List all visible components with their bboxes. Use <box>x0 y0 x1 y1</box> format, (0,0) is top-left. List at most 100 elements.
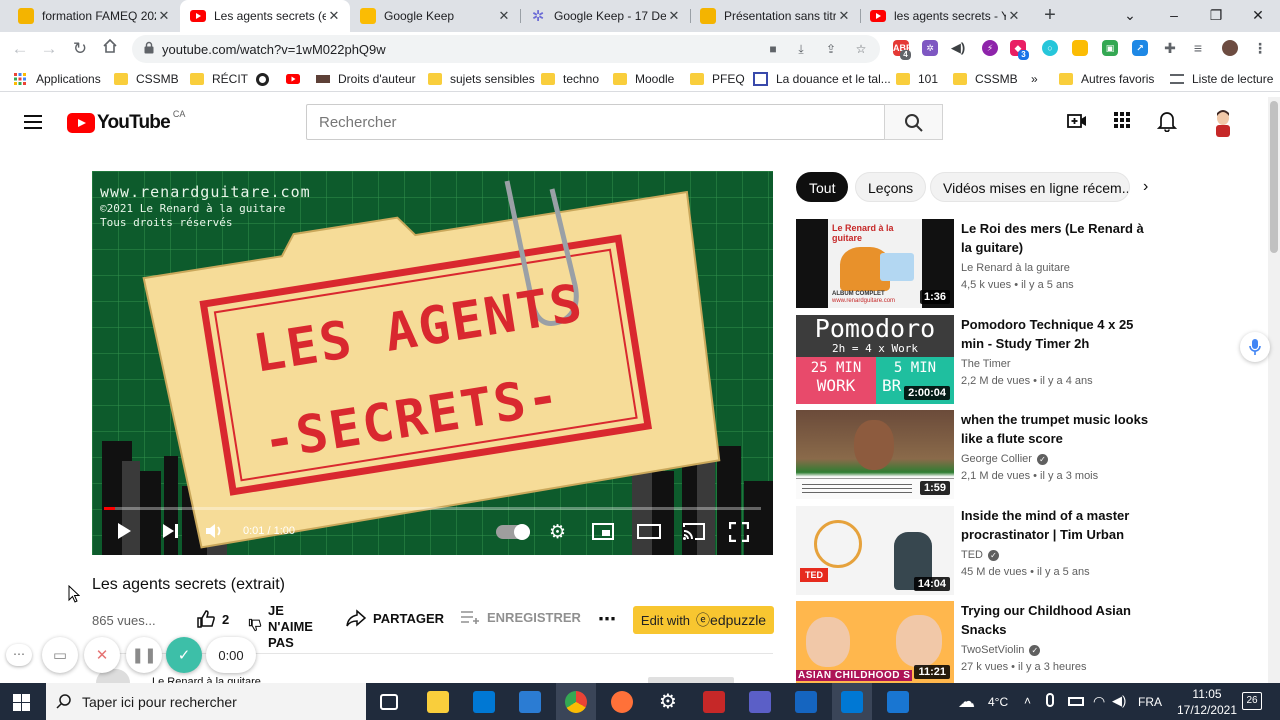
recommendation-channel[interactable]: The Timer <box>961 358 1011 370</box>
bookmark-pfeq[interactable]: PFEQ <box>690 71 745 87</box>
acrobat-icon[interactable] <box>703 691 725 713</box>
close-icon[interactable]: ✕ <box>496 8 512 24</box>
address-bar[interactable]: youtube.com/watch?v=1wM022phQ9w ■ ⤓ ⇪ ☆ <box>132 35 880 63</box>
recorder-webcam-icon[interactable]: ▭ <box>42 637 78 673</box>
puzzle-icon[interactable]: ✚ <box>1162 40 1178 56</box>
bookmark-cssmb-2[interactable]: CSSMB <box>953 71 1018 87</box>
tab-search-icon[interactable]: ⌄ <box>1110 0 1150 32</box>
recorder-more-icon[interactable]: ⋯ <box>6 644 32 666</box>
bookmark-other[interactable]: Autres favoris <box>1059 71 1154 87</box>
close-icon[interactable]: ✕ <box>836 8 852 24</box>
tab-youtube-search[interactable]: les agents secrets - Yo ✕ <box>860 0 1030 32</box>
cast-icon[interactable] <box>682 522 706 544</box>
play-icon[interactable] <box>116 522 132 543</box>
share-icon[interactable]: ⇪ <box>822 40 840 58</box>
firefox-icon[interactable] <box>611 691 633 713</box>
teams-icon[interactable] <box>749 691 771 713</box>
video-thumbnail[interactable]: 1:59 <box>796 410 954 499</box>
chip-all[interactable]: Tout <box>796 172 849 202</box>
recommendation-channel[interactable]: TED ✓ <box>961 549 999 561</box>
edpuzzle-button[interactable]: Edit with ⓔ edpuzzle <box>633 606 774 634</box>
chip-lessons[interactable]: Leçons <box>855 172 927 202</box>
theater-mode-icon[interactable] <box>637 524 661 539</box>
like-button[interactable]: 2 <box>196 609 229 629</box>
video-player[interactable]: www.renardguitare.com ©2021 Le Renard à … <box>92 171 773 555</box>
profile-avatar[interactable] <box>1222 40 1238 56</box>
recommendation-title[interactable]: Inside the mind of a master procrastinat… <box>961 506 1151 544</box>
battery-icon[interactable] <box>1068 697 1084 706</box>
forward-icon[interactable]: → <box>37 37 61 61</box>
voice-search-mic-icon[interactable] <box>1240 332 1270 362</box>
miniplayer-icon[interactable] <box>592 523 614 540</box>
bookmark-recit[interactable]: RÉCIT <box>190 71 248 87</box>
minimize-icon[interactable]: – <box>1154 0 1194 32</box>
recommendation-title[interactable]: Le Roi des mers (Le Renard à la guitare) <box>961 219 1151 257</box>
microsoft-store-icon[interactable] <box>473 691 495 713</box>
tab-google-keep[interactable]: Google Keep ✕ <box>350 0 520 32</box>
close-icon[interactable]: ✕ <box>1006 8 1022 24</box>
chevron-up-icon[interactable]: ˄ <box>1024 694 1031 708</box>
settings-gear-icon[interactable]: ⚙ <box>549 521 566 544</box>
bookmark-sujets[interactable]: sujets sensibles <box>428 71 535 87</box>
notification-center[interactable]: 26 <box>1242 692 1262 710</box>
close-window-icon[interactable]: ✕ <box>1238 0 1278 32</box>
scrollbar-thumb[interactable] <box>1270 101 1278 253</box>
bookmark-101[interactable]: 101 <box>896 71 938 87</box>
wifi-icon[interactable]: ◠ <box>1093 693 1105 710</box>
clock-date[interactable]: 17/12/2021 <box>1172 703 1242 717</box>
search-input[interactable]: Rechercher <box>306 104 885 140</box>
recorder-finish-icon[interactable]: ✓ <box>166 637 202 673</box>
clock-time[interactable]: 11:05 <box>1178 687 1236 701</box>
recorder-cancel-icon[interactable]: ✕ <box>84 637 120 673</box>
save-button[interactable]: ENREGISTRER <box>460 609 581 625</box>
keep-extension-icon[interactable] <box>1072 40 1088 56</box>
hamburger-menu-icon[interactable] <box>24 115 42 129</box>
app-icon[interactable] <box>795 691 817 713</box>
menu-icon[interactable]: ⋮ <box>1252 40 1268 56</box>
word-icon[interactable] <box>519 691 541 713</box>
volume-icon[interactable]: ◀) <box>1112 693 1126 709</box>
extension-icon[interactable]: ✲ <box>922 40 938 56</box>
microphone-icon[interactable] <box>1046 693 1054 707</box>
maximize-icon[interactable]: ❐ <box>1196 0 1236 32</box>
recommendation-title[interactable]: when the trumpet music looks like a flut… <box>961 410 1151 448</box>
more-actions-icon[interactable]: ⋯ <box>598 609 616 630</box>
fullscreen-icon[interactable] <box>728 521 750 545</box>
notifications-bell-icon[interactable] <box>1156 110 1181 134</box>
share-button[interactable]: PARTAGER <box>345 609 444 627</box>
create-video-icon[interactable] <box>1066 110 1090 134</box>
page-scrollbar[interactable] <box>1268 97 1280 683</box>
youtube-logo[interactable]: YouTube CA <box>67 109 185 134</box>
recorder-pause-icon[interactable]: ❚❚ <box>126 637 162 673</box>
recommendation-title[interactable]: Trying our Childhood Asian Snacks <box>961 601 1151 639</box>
next-icon[interactable] <box>162 523 179 542</box>
bookmark-applications[interactable]: Applications <box>14 71 101 87</box>
extension-icon[interactable]: ▣ <box>1102 40 1118 56</box>
install-icon[interactable]: ⤓ <box>792 40 810 58</box>
reading-list-icon[interactable]: ≡ <box>1190 40 1206 56</box>
avatar[interactable] <box>1209 108 1237 138</box>
bookmark-douance[interactable]: La douance et le tal... <box>753 71 891 87</box>
autoplay-toggle[interactable] <box>496 524 530 540</box>
weather-temperature[interactable]: 4°C <box>988 695 1008 709</box>
home-icon[interactable] <box>98 37 122 61</box>
recommendation-item[interactable]: ASIAN CHILDHOOD S 11:21 Trying our Child… <box>796 601 1156 683</box>
bookmark-techno[interactable]: techno <box>541 71 599 87</box>
apps-icon[interactable] <box>1112 110 1136 134</box>
chip-recent-uploads[interactable]: Vidéos mises en ligne récem... <box>930 172 1130 202</box>
video-thumbnail[interactable]: Le Renard à la guitare ALBUM COMPLET www… <box>796 219 954 308</box>
outlook-icon[interactable] <box>841 691 863 713</box>
back-icon[interactable]: ← <box>8 37 32 61</box>
bookmark-droits[interactable]: Droits d'auteur <box>316 71 416 87</box>
close-icon[interactable]: ✕ <box>156 8 172 24</box>
video-thumbnail[interactable]: Pomodoro 2h = 4 x Work 25 MIN WORK 5 MIN… <box>796 315 954 404</box>
recommendation-channel[interactable]: TwoSetViolin ✓ <box>961 644 1041 656</box>
bookmark-star-icon[interactable]: ☆ <box>852 40 870 58</box>
extension-icon[interactable]: ⚡ <box>982 40 998 56</box>
view-count[interactable]: 865 vues... <box>92 613 156 628</box>
bookmark-moodle[interactable]: Moodle <box>613 71 674 87</box>
extension-icon[interactable]: ↗ <box>1132 40 1148 56</box>
close-icon[interactable]: ✕ <box>666 8 682 24</box>
taskbar-search-input[interactable]: Taper ici pour rechercher <box>46 683 366 720</box>
app-icon[interactable] <box>887 691 909 713</box>
